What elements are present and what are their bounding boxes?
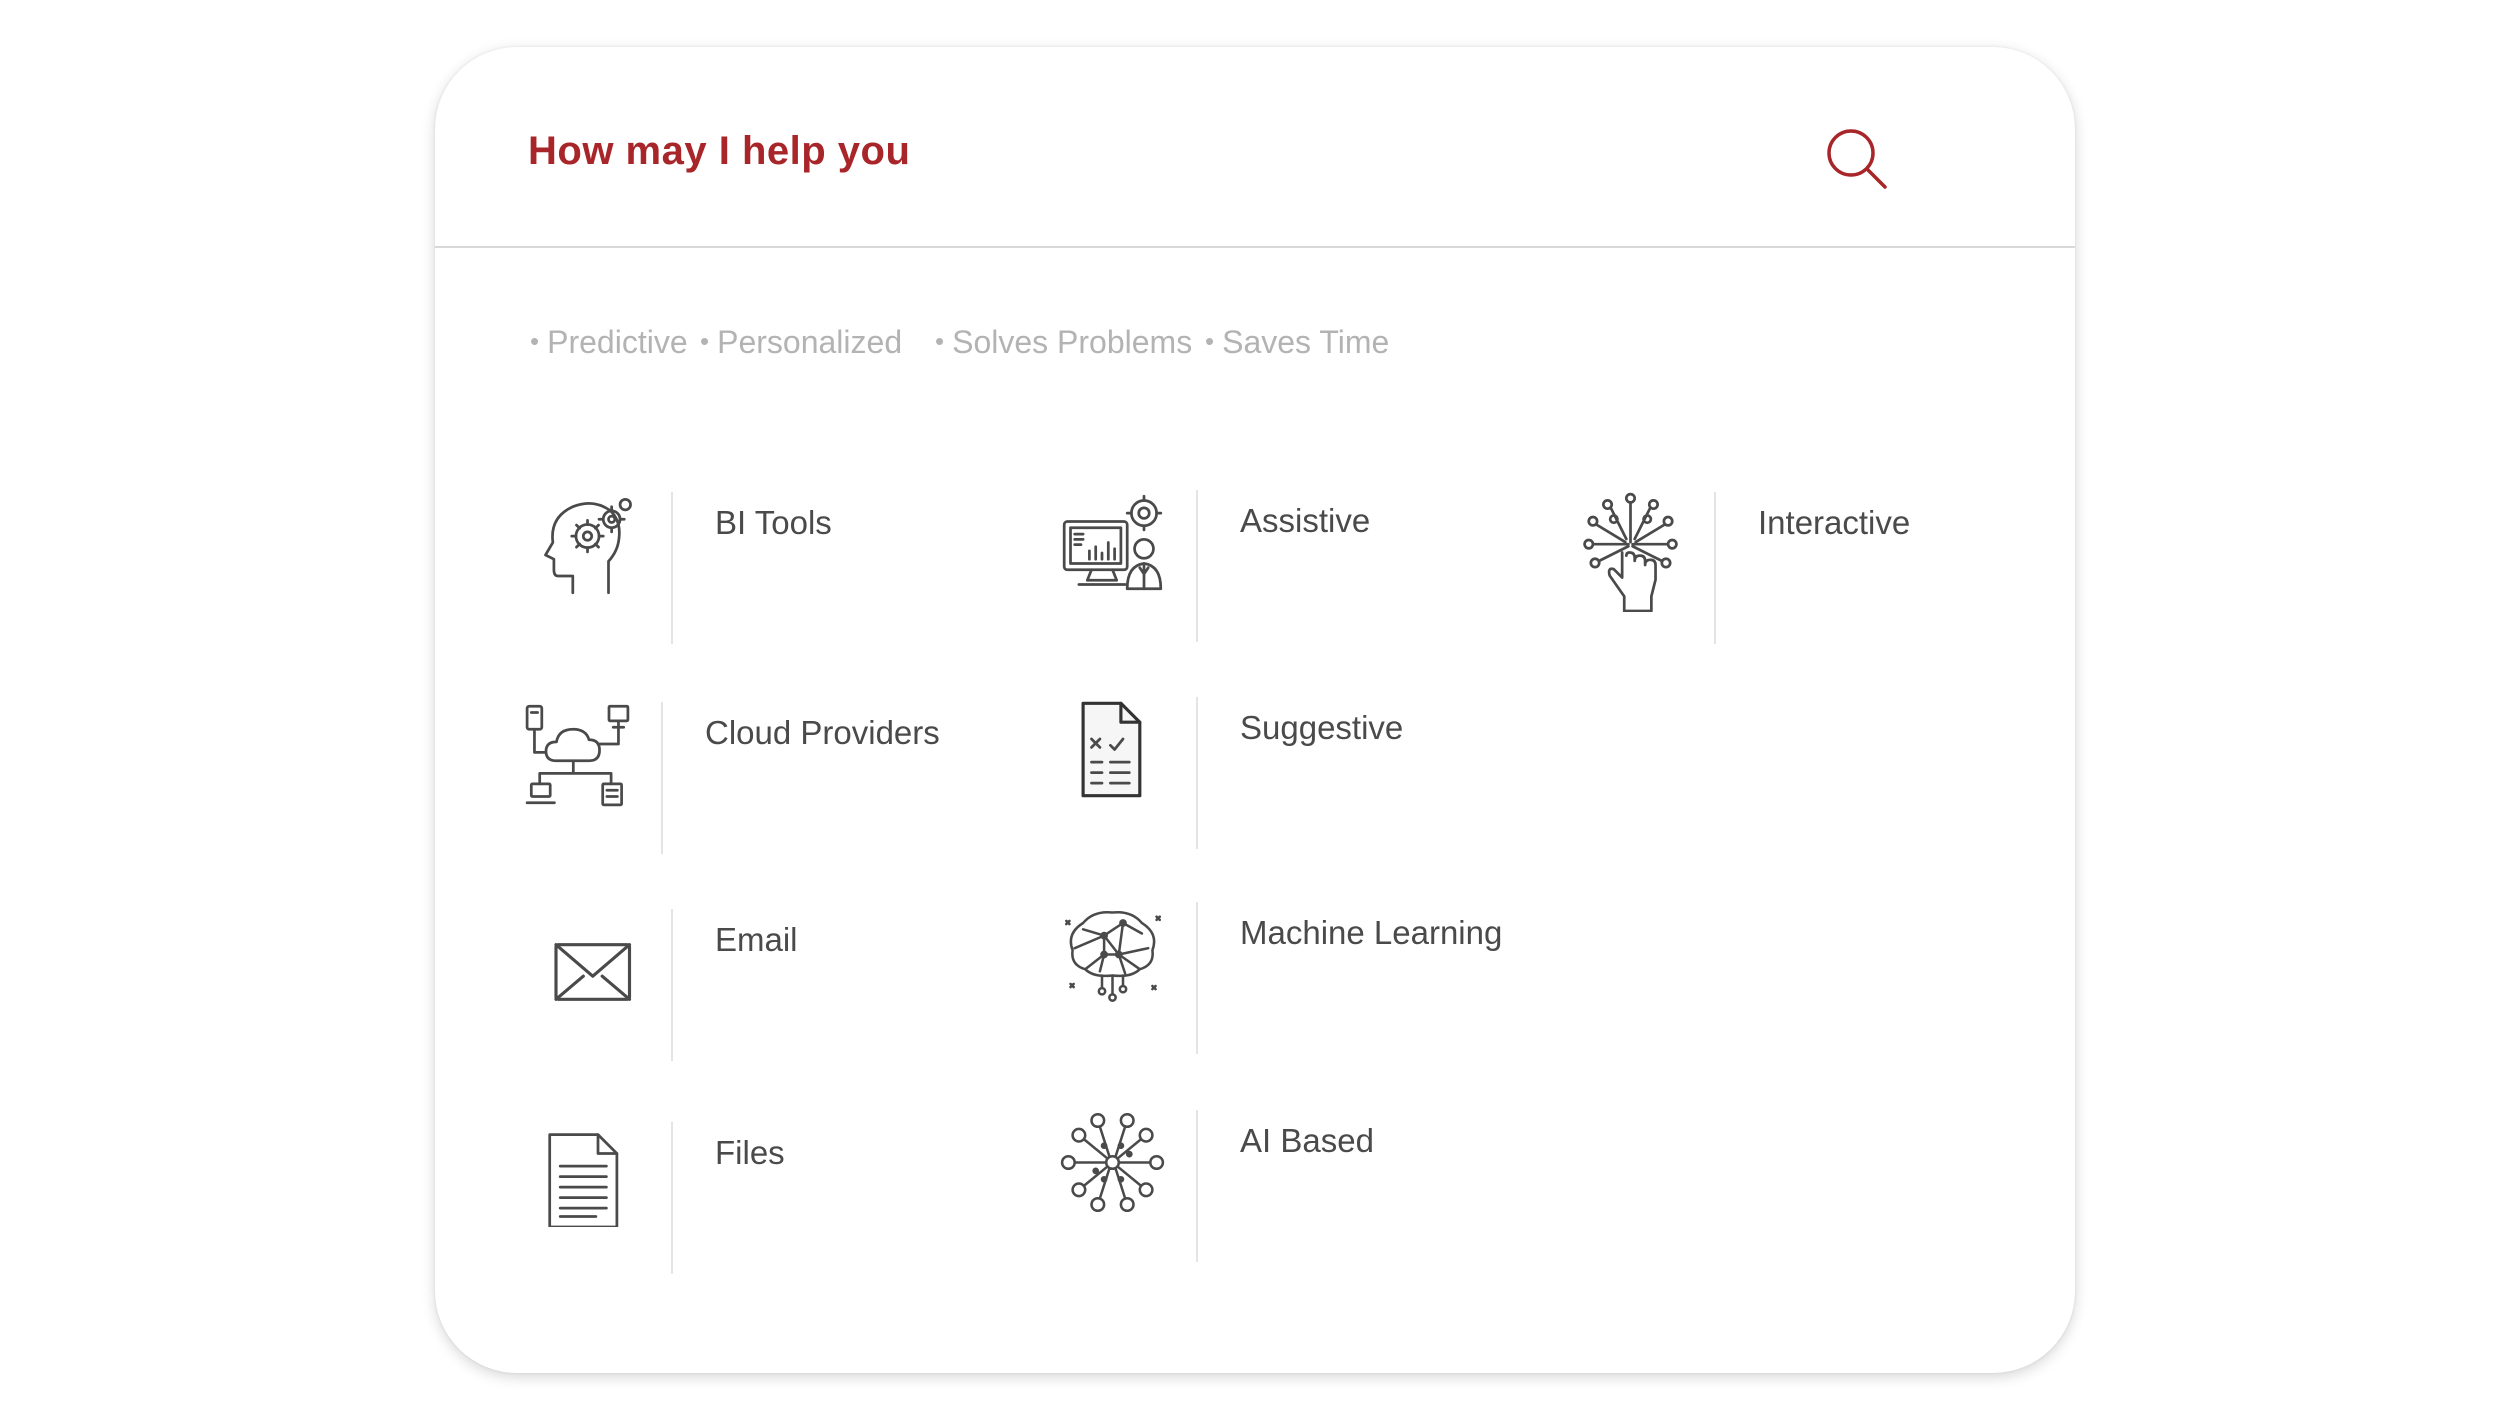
feature-machine-learning[interactable]: Machine Learning: [1060, 902, 1580, 1062]
tag-predictive: Predictive: [530, 324, 688, 361]
feature-label: Suggestive: [1240, 709, 1404, 746]
feature-files[interactable]: Files: [535, 1122, 1055, 1282]
ai-network-icon: [1060, 1110, 1165, 1215]
feature-assistive[interactable]: Assistive: [1060, 490, 1580, 650]
touch-network-icon: [1578, 492, 1683, 612]
feature-divider: [1196, 490, 1198, 642]
feature-email[interactable]: Email: [535, 909, 1055, 1069]
feature-bi-tools[interactable]: BI Tools: [535, 492, 1055, 652]
feature-label: Machine Learning: [1240, 914, 1503, 951]
feature-label: AI Based: [1240, 1122, 1374, 1159]
tag-solves-problems: Solves Problems: [935, 324, 1192, 361]
feature-divider: [1196, 1110, 1198, 1262]
search-prompt[interactable]: How may I help you: [528, 129, 910, 174]
feature-divider: [671, 492, 673, 644]
file-icon: [535, 1122, 640, 1227]
feature-divider: [1196, 902, 1198, 1054]
feature-divider: [1196, 697, 1198, 849]
feature-label: Files: [715, 1134, 785, 1171]
cloud-network-icon: [525, 702, 630, 807]
feature-label: Cloud Providers: [705, 714, 940, 751]
monitor-analyst-icon: [1060, 490, 1165, 595]
feature-suggestive[interactable]: Suggestive: [1060, 697, 1580, 857]
feature-divider: [671, 909, 673, 1061]
feature-tags: Predictive Personalized Solves Problems …: [435, 324, 2075, 374]
feature-ai-based[interactable]: AI Based: [1060, 1110, 1580, 1270]
header-divider: [435, 246, 2075, 248]
feature-divider: [1714, 492, 1716, 644]
feature-divider: [661, 702, 663, 854]
assistant-card: How may I help you Predictive Personaliz…: [435, 47, 2075, 1373]
checklist-document-icon: [1060, 697, 1165, 802]
search-icon[interactable]: [1825, 127, 1889, 191]
feature-label: Interactive: [1758, 504, 1911, 541]
tag-personalized: Personalized: [700, 324, 902, 361]
feature-divider: [671, 1122, 673, 1274]
feature-cloud-providers[interactable]: Cloud Providers: [525, 702, 1045, 862]
search-bar[interactable]: How may I help you: [435, 47, 2075, 247]
feature-interactive[interactable]: Interactive: [1578, 492, 2098, 652]
tag-saves-time: Saves Time: [1205, 324, 1389, 361]
feature-label: Email: [715, 921, 798, 958]
feature-label: BI Tools: [715, 504, 832, 541]
feature-label: Assistive: [1240, 502, 1371, 539]
head-gears-icon: [535, 492, 640, 597]
envelope-icon: [535, 909, 640, 1014]
neural-brain-icon: [1060, 902, 1165, 1007]
